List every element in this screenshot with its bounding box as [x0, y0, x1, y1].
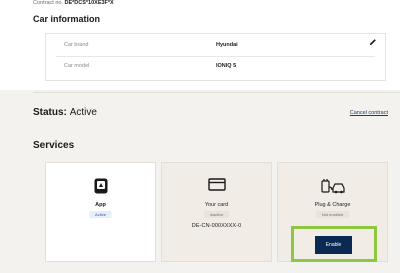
service-card-app[interactable]: App Active [45, 162, 156, 262]
contract-section: Contract no. DE*DCS*10XE3F*X Car informa… [0, 0, 400, 90]
status-badge: Inactive [203, 211, 230, 218]
status-badge: Active [89, 211, 112, 218]
status-value: Active [69, 107, 97, 118]
app-icon [94, 178, 107, 194]
car-brand-value: Hyundai [216, 42, 238, 48]
section-divider [33, 92, 400, 93]
service-name: Plug & Charge [314, 202, 351, 208]
car-model-value: IONIQ 5 [216, 63, 237, 69]
cancel-contract-link[interactable]: Cancel contract [350, 110, 388, 116]
page: Contract no. DE*DCS*10XE3F*X Car informa… [0, 0, 400, 273]
car-brand-label: Car brand [64, 42, 89, 48]
card-id: DE-CN-000XXXX-0 [191, 223, 242, 229]
contract-label: Contract no. [33, 0, 63, 6]
pencil-icon[interactable] [369, 38, 377, 46]
services-title: Services [33, 140, 75, 151]
contract-number: DE*DCS*10XE3F*X [64, 0, 114, 6]
status-badge: Not enabled [315, 211, 350, 218]
plug-charge-icon [320, 179, 345, 194]
service-name: App [95, 202, 106, 208]
row-divider [56, 56, 375, 57]
service-card-your-card[interactable]: Your card Inactive DE-CN-000XXXX-0 [161, 162, 272, 262]
car-information-card: Car brand Hyundai Car model IONIQ 5 [45, 33, 386, 81]
contract-number-line: Contract no. DE*DCS*10XE3F*X [33, 0, 114, 6]
car-information-title: Car information [33, 14, 101, 24]
enable-button[interactable]: Enable [315, 236, 352, 254]
status-heading: Status: Active [33, 107, 97, 118]
service-name: Your card [204, 202, 229, 208]
status-label: Status: [33, 107, 67, 118]
car-model-label: Car model [64, 63, 90, 69]
card-icon [207, 178, 226, 191]
